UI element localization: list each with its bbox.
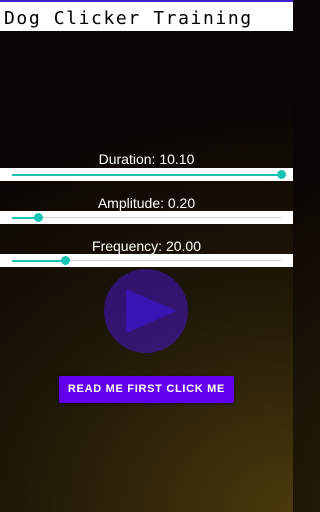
frequency-slider[interactable] (0, 254, 293, 267)
amplitude-slider-thumb[interactable] (34, 213, 44, 222)
frequency-track-fill (12, 259, 66, 262)
read-me-first-button[interactable]: READ ME FIRST CLICK ME (59, 376, 234, 403)
app-screen: Dog Clicker Training Duration: 10.10 Amp… (0, 0, 293, 512)
duration-track[interactable] (12, 170, 286, 179)
frequency-label: Frequency: 20.00 (92, 238, 201, 254)
play-button[interactable] (104, 269, 188, 353)
play-icon (126, 289, 177, 333)
duration-slider[interactable] (0, 168, 293, 181)
duration-track-fill (12, 173, 281, 176)
frequency-slider-thumb[interactable] (61, 256, 71, 265)
frequency-track[interactable] (12, 256, 281, 265)
app-title: Dog Clicker Training (4, 8, 253, 29)
title-bar: Dog Clicker Training (0, 2, 293, 31)
amplitude-label: Amplitude: 0.20 (97, 195, 196, 211)
amplitude-track[interactable] (12, 213, 281, 222)
amplitude-slider[interactable] (0, 211, 293, 224)
duration-label: Duration: 10.10 (98, 151, 195, 167)
duration-slider-thumb[interactable] (276, 170, 286, 179)
